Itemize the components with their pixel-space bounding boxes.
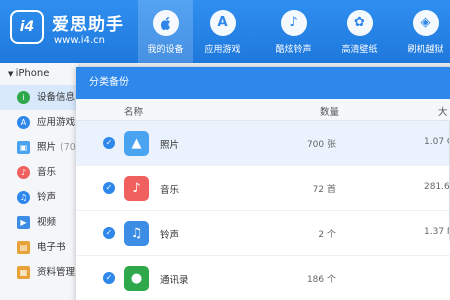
row-name: 照片 — [160, 140, 180, 151]
nav-label: 高清壁纸 — [341, 45, 378, 55]
sidebar-item-label: 铃声 — [37, 192, 57, 203]
row-size: 1.37 MB — [424, 227, 450, 237]
box-icon: ◈ — [412, 10, 439, 36]
column-header-count[interactable]: 数量 — [320, 104, 339, 118]
sidebar-item-label: 音乐 — [37, 167, 57, 178]
apple-icon — [152, 10, 179, 36]
nav-flash-jailbreak[interactable]: ◈ 刷机越狱 — [398, 0, 450, 63]
nav-ringtones[interactable]: ♪ 酷炫铃声 — [266, 0, 321, 63]
row-count: 186 个 — [306, 275, 336, 285]
checkbox[interactable]: ✓ — [103, 272, 115, 284]
row-name: 音乐 — [160, 185, 180, 196]
device-selector[interactable]: ▼ iPhone — [0, 63, 79, 85]
table-header: 名称 数量 大小 — [76, 99, 450, 132]
photo-icon: ▣ — [17, 141, 30, 154]
top-header: i4 爱思助手 www.i4.cn 我的设备 A 应用游戏 ♪ 酷炫铃声 ✿ 高… — [0, 0, 450, 63]
nav-label: 刷机越狱 — [407, 45, 444, 55]
contacts-icon: ● — [124, 266, 149, 291]
checkbox[interactable]: ✓ — [103, 227, 115, 239]
nav-label: 应用游戏 — [204, 45, 241, 55]
brand-name: 爱思助手 — [52, 15, 124, 35]
photo-icon: ▲ — [124, 131, 149, 156]
sidebar-item-device-info[interactable]: i 设备信息 — [0, 85, 79, 110]
app-store-icon: A — [209, 10, 236, 36]
category-backup-dialog: 分类备份 名称 数量 大小 ✓ ▲ 照片 700 张 1.07 GB ✓ ♪ 音… — [76, 67, 450, 300]
brand-url: www.i4.cn — [54, 35, 105, 46]
nav-label: 酷炫铃声 — [275, 45, 312, 55]
nav-label: 我的设备 — [147, 45, 184, 55]
sidebar-item-label: 设备信息 — [37, 92, 76, 103]
video-icon: ▶ — [17, 216, 30, 229]
book-icon: ▤ — [17, 241, 30, 254]
table-row[interactable]: ✓ ▲ 照片 700 张 1.07 GB — [76, 121, 450, 166]
row-count: 700 张 — [306, 140, 336, 150]
bell-icon: ♪ — [280, 10, 307, 36]
table-row[interactable]: ✓ ● 通讯录 186 个 — [76, 256, 450, 300]
sidebar-item-label: 应用游戏 — [37, 117, 76, 128]
sidebar-item-label: 资料管理 — [37, 267, 76, 278]
row-size: 281.69 MB — [424, 182, 450, 192]
row-name: 铃声 — [160, 230, 180, 241]
bell-icon: ♫ — [17, 191, 30, 204]
triangle-down-icon: ▼ — [8, 70, 16, 78]
flower-icon: ✿ — [346, 10, 373, 36]
sidebar-item-ringtones[interactable]: ♫ 铃声 — [0, 185, 79, 210]
checkbox[interactable]: ✓ — [103, 137, 115, 149]
info-icon: i — [17, 91, 30, 104]
sidebar-item-apps[interactable]: A 应用游戏 — [0, 110, 79, 135]
nav-my-device[interactable]: 我的设备 — [138, 0, 193, 63]
logo-icon: i4 — [10, 10, 44, 44]
checkbox[interactable]: ✓ — [103, 182, 115, 194]
nav-apps-games[interactable]: A 应用游戏 — [195, 0, 250, 63]
folder-icon: ▦ — [17, 266, 30, 279]
music-icon: ♪ — [17, 166, 30, 179]
sidebar-item-label: 电子书 — [37, 242, 66, 253]
bell-icon: ♫ — [124, 221, 149, 246]
sidebar-item-label: 视频 — [37, 217, 57, 228]
row-count: 72 首 — [312, 185, 336, 195]
row-size: 1.07 GB — [424, 137, 450, 147]
music-icon: ♪ — [124, 176, 149, 201]
row-count: 2 个 — [318, 230, 336, 240]
sidebar-item-label: 照片 — [37, 142, 57, 153]
table-row[interactable]: ✓ ♪ 音乐 72 首 281.69 MB — [76, 166, 450, 211]
row-name: 通讯录 — [160, 275, 189, 286]
device-name: iPhone — [15, 68, 50, 79]
sidebar-item-music[interactable]: ♪ 音乐 — [0, 160, 79, 185]
column-header-name[interactable]: 名称 — [124, 104, 143, 118]
dialog-title: 分类备份 — [76, 67, 450, 99]
sidebar: ▼ iPhone i 设备信息 A 应用游戏 ▣ 照片 (700 ♪ 音乐 ♫ 铃… — [0, 63, 82, 300]
sidebar-item-photos[interactable]: ▣ 照片 (700 — [0, 135, 82, 160]
table-row[interactable]: ✓ ♫ 铃声 2 个 1.37 MB — [76, 211, 450, 256]
sidebar-item-data-management[interactable]: ▦ 资料管理 — [0, 260, 79, 285]
sidebar-item-ebooks[interactable]: ▤ 电子书 — [0, 235, 79, 260]
nav-wallpapers[interactable]: ✿ 高清壁纸 — [332, 0, 387, 63]
sidebar-item-videos[interactable]: ▶ 视频 — [0, 210, 79, 235]
app-store-icon: A — [17, 116, 30, 129]
